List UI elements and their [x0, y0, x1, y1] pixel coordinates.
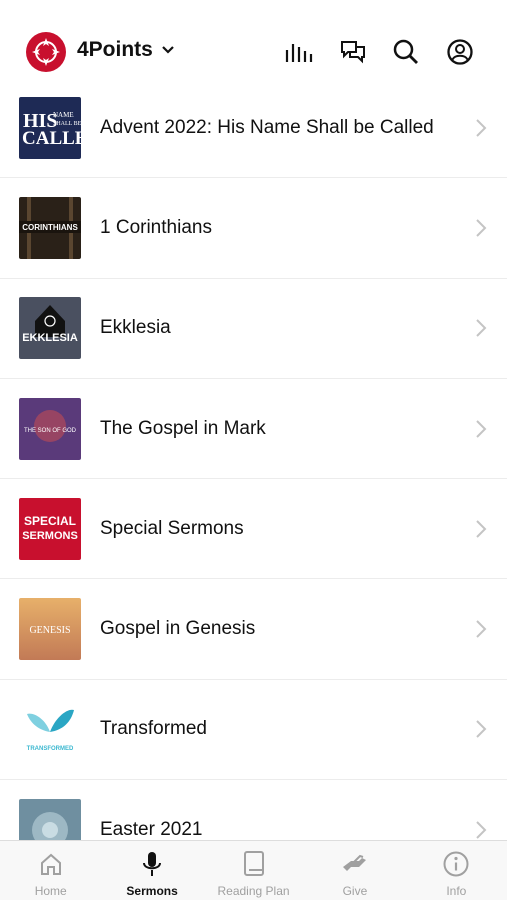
org-switcher[interactable]: 4Points	[77, 38, 175, 62]
series-artwork: TRANSFORMED	[19, 698, 81, 761]
audio-bars-icon[interactable]	[283, 36, 315, 68]
list-item[interactable]: Easter 2021	[0, 780, 507, 840]
svg-text:GENESIS: GENESIS	[29, 625, 70, 636]
tab-bar: Home Sermons Reading Plan Give Info	[0, 840, 507, 900]
chevron-right-icon	[476, 319, 487, 337]
svg-text:SHALL BE: SHALL BE	[53, 121, 81, 127]
list-item[interactable]: TRANSFORMED Transformed	[0, 680, 507, 781]
give-hand-icon	[340, 850, 370, 878]
series-title: 1 Corinthians	[100, 216, 212, 238]
list-item[interactable]: GENESIS Gospel in Genesis	[0, 579, 507, 680]
svg-text:SERMONS: SERMONS	[22, 530, 78, 542]
info-icon	[442, 850, 470, 878]
series-title: Advent 2022: His Name Shall be Called	[100, 116, 434, 138]
svg-text:CALLED: CALLED	[22, 128, 81, 149]
series-artwork: SPECIAL SERMONS	[19, 497, 81, 560]
list-item[interactable]: THE SON OF GOD The Gospel in Mark	[0, 379, 507, 480]
svg-text:TRANSFORMED: TRANSFORMED	[27, 746, 74, 752]
tab-sermons[interactable]: Sermons	[101, 841, 202, 900]
tab-label: Info	[446, 884, 467, 898]
chevron-right-icon	[476, 118, 487, 137]
chevron-right-icon	[476, 720, 487, 739]
chevron-right-icon	[476, 620, 487, 638]
tab-reading-plan[interactable]: Reading Plan	[203, 841, 304, 900]
chevron-right-icon	[476, 219, 487, 237]
tab-label: Home	[34, 884, 67, 898]
series-artwork: EKKLESIA	[19, 297, 81, 360]
chat-icon[interactable]	[337, 36, 369, 68]
list-item[interactable]: CORINTHIANS 1 Corinthians	[0, 178, 507, 279]
list-item[interactable]: SPECIAL SERMONS Special Sermons	[0, 479, 507, 580]
svg-text:SPECIAL: SPECIAL	[24, 514, 76, 528]
tab-home[interactable]: Home	[0, 841, 101, 900]
svg-text:CORINTHIANS: CORINTHIANS	[22, 223, 78, 232]
org-name: 4Points	[77, 38, 153, 61]
series-artwork: CORINTHIANS	[19, 196, 81, 259]
series-title: Ekklesia	[100, 317, 171, 339]
chevron-right-icon	[476, 419, 487, 438]
svg-text:EKKLESIA: EKKLESIA	[22, 332, 78, 344]
svg-text:NAME: NAME	[53, 111, 74, 119]
svg-text:THE SON OF GOD: THE SON OF GOD	[24, 428, 77, 434]
list-item[interactable]: EKKLESIA Ekklesia	[0, 279, 507, 379]
series-artwork: THE SON OF GOD	[19, 397, 81, 460]
search-icon[interactable]	[390, 36, 422, 68]
sermon-series-list[interactable]: HISNAMESHALL BECALLED Advent 2022: His N…	[0, 78, 507, 840]
series-title: Special Sermons	[100, 517, 244, 539]
tab-info[interactable]: Info	[406, 841, 507, 900]
microphone-icon	[139, 850, 165, 878]
series-title: Transformed	[100, 718, 207, 740]
tab-label: Give	[342, 884, 368, 898]
series-title: Easter 2021	[100, 818, 203, 840]
account-icon[interactable]	[444, 36, 476, 68]
chevron-right-icon	[476, 520, 487, 538]
series-title: The Gospel in Mark	[100, 417, 266, 439]
tab-label: Sermons	[126, 884, 178, 898]
series-artwork	[19, 798, 81, 840]
book-icon	[242, 850, 266, 878]
list-item[interactable]: HISNAMESHALL BECALLED Advent 2022: His N…	[0, 78, 507, 179]
tab-give[interactable]: Give	[304, 841, 405, 900]
series-artwork: GENESIS	[19, 598, 81, 661]
tab-label: Reading Plan	[217, 884, 290, 898]
series-artwork: HISNAMESHALL BECALLED	[19, 96, 81, 159]
logo-icon[interactable]	[26, 32, 66, 72]
chevron-down-icon	[162, 46, 174, 54]
chevron-right-icon	[476, 821, 487, 839]
series-title: Gospel in Genesis	[100, 618, 256, 640]
home-icon	[38, 850, 64, 878]
